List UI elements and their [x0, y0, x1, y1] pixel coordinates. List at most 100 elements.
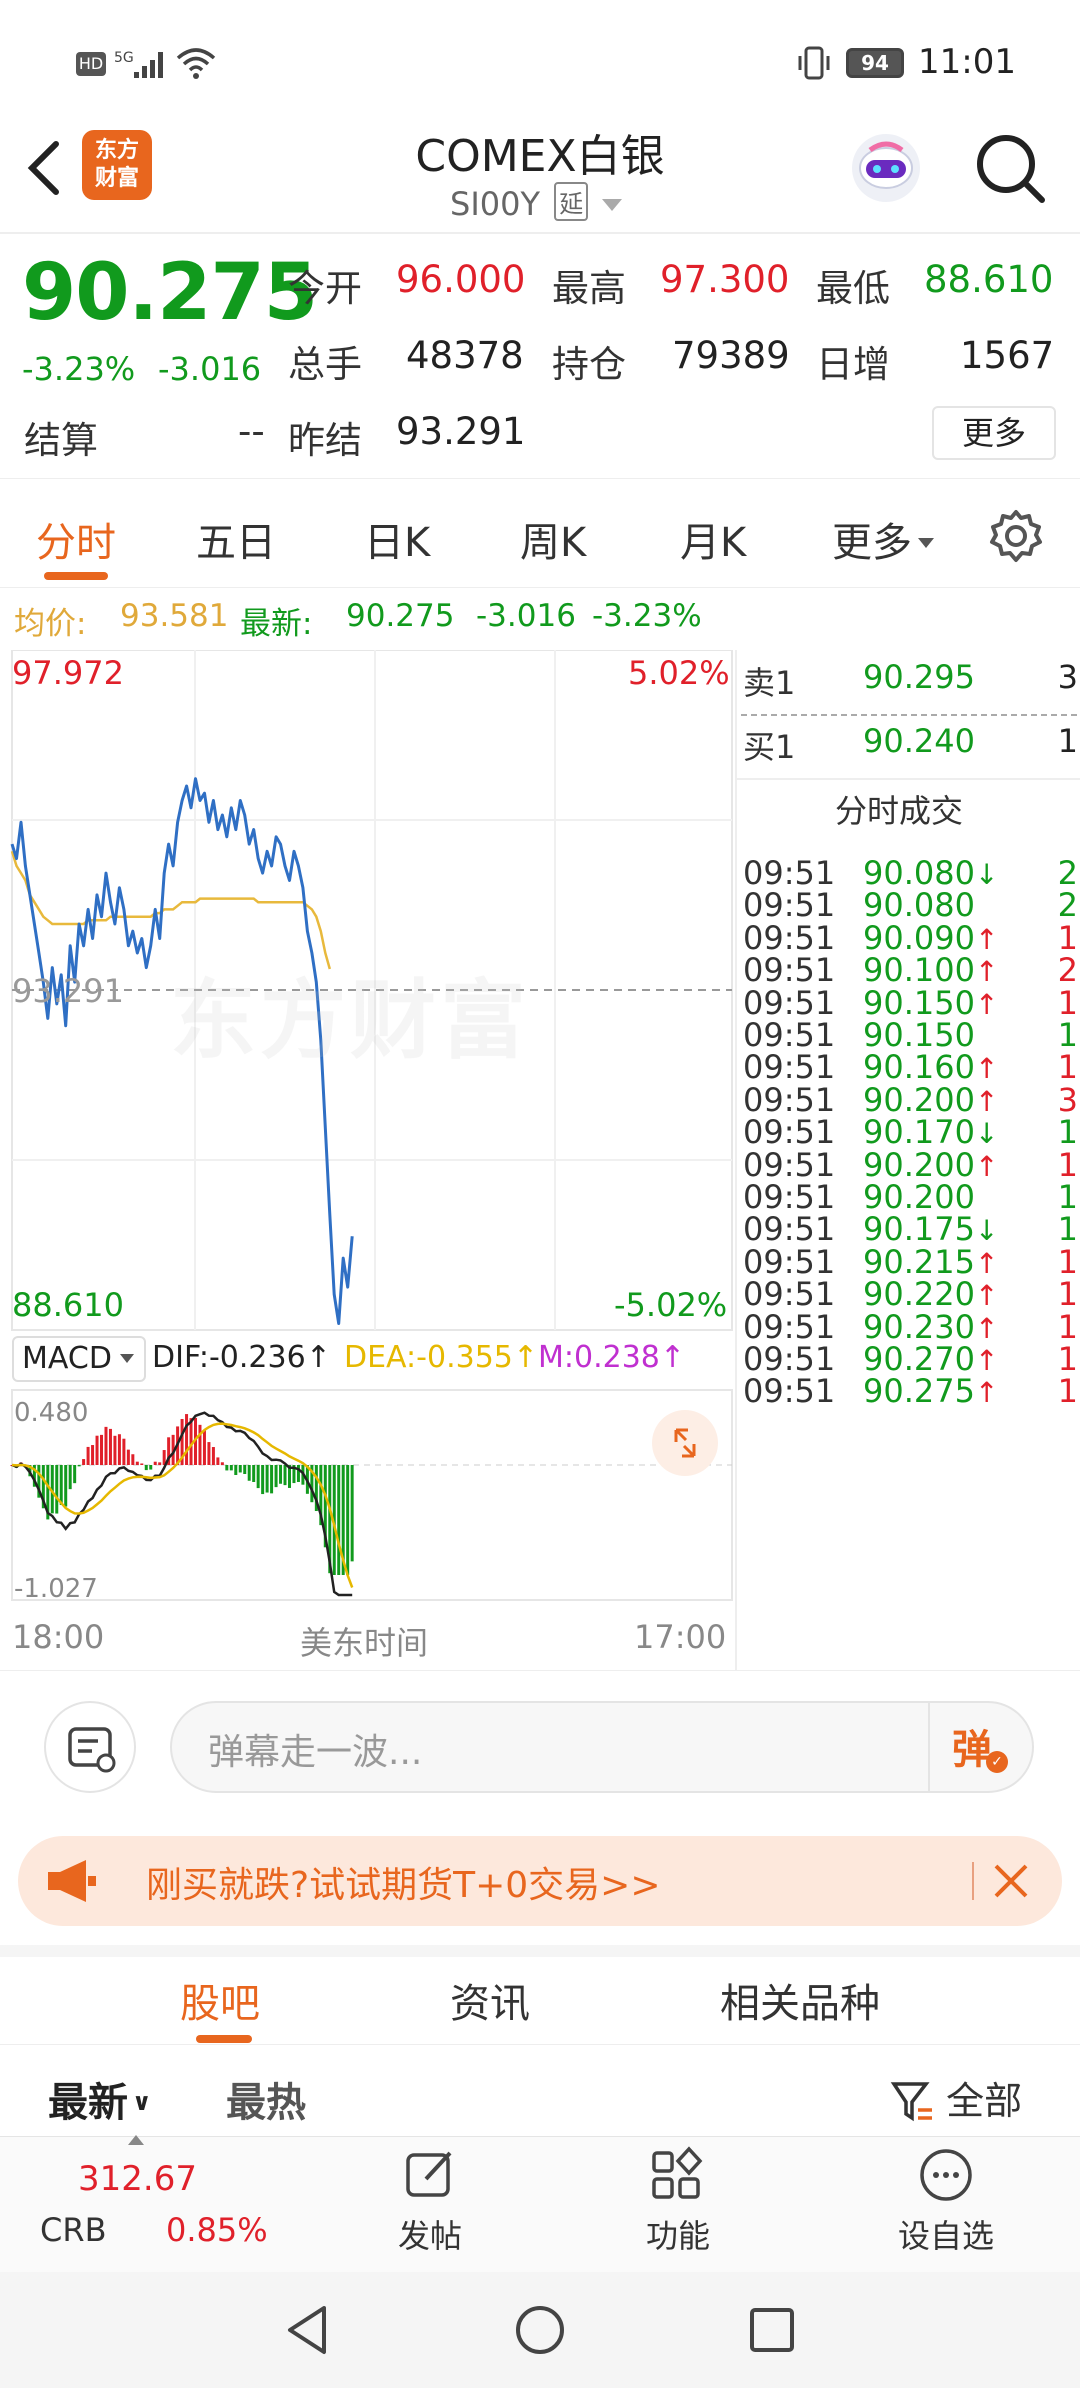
square-recents-icon [750, 2308, 794, 2352]
active-tab-indicator [44, 572, 108, 580]
macd-bar [55, 1465, 59, 1514]
nav-add-watchlist-label: 设自选 [897, 2217, 994, 2255]
danmu-send-button[interactable]: 弹 ✓ [952, 1717, 1018, 1777]
volume-label: 总手 [288, 343, 362, 386]
filter-all[interactable]: 全部 [890, 2070, 1022, 2125]
trade-row: 09:51 90.275↑ 1 [735, 1372, 1080, 1420]
chart-watermark: 东方财富 [170, 971, 530, 1071]
sort-hot[interactable]: 最热 [226, 2070, 306, 2128]
filter-row: 最新 ∨ 最热 全部 [0, 2050, 1080, 2135]
sort-latest-label: 最新 [48, 2080, 128, 2126]
danmu-input[interactable]: 弹幕走一波... 弹 ✓ [170, 1701, 1034, 1793]
tab-weekly-k[interactable]: 周K [520, 510, 586, 568]
fullscreen-button[interactable] [652, 1410, 718, 1476]
tab-more[interactable]: 更多 [832, 510, 934, 568]
status-bar: HD 5G 94 11:01 [0, 0, 1080, 120]
y-axis-mid: 93.291 [12, 972, 124, 1010]
intraday-chart[interactable]: 东方财富 97.972 5.02% 93.291 88.610 -5.02% M… [0, 650, 733, 1670]
system-back-button[interactable] [280, 2302, 336, 2358]
chart-infobar: 均价: 93.581 最新: 90.275 -3.016 -3.23% [0, 592, 1080, 642]
tab-monthly-k[interactable]: 月K [680, 510, 746, 568]
bid-volume: 1 [1057, 722, 1078, 760]
system-nav-bar [0, 2272, 1080, 2388]
macd-bar [73, 1465, 77, 1484]
nav-add-watchlist[interactable]: 设自选 [876, 2145, 1016, 2265]
macd-bar [140, 1463, 144, 1465]
macd-bar [153, 1461, 157, 1465]
caret-up-icon [128, 2135, 144, 2145]
avg-label: 均价: [14, 606, 87, 642]
tab-news[interactable]: 资讯 [450, 1971, 530, 2029]
macd-bar [350, 1465, 354, 1562]
latest-value: 90.275 [346, 598, 455, 634]
high-value: 97.300 [660, 258, 790, 301]
macd-bar [122, 1438, 126, 1465]
mini-index-ticker[interactable]: 312.67 CRB 0.85% [0, 2135, 300, 2273]
m-value: M:0.238↑ [538, 1340, 686, 1375]
change-amount: -3.016 [158, 350, 262, 388]
macd-bar [189, 1418, 193, 1465]
settle-value: -- [238, 410, 265, 453]
macd-bar [108, 1428, 112, 1465]
more-circle-icon [920, 2149, 972, 2201]
system-recents-button[interactable] [744, 2302, 800, 2358]
section-tabs: 股吧 资讯 相关品种 [0, 1945, 1080, 2045]
nav-post[interactable]: 发帖 [360, 2145, 500, 2265]
tab-five-day[interactable]: 五日 [196, 510, 276, 568]
hd-icon: HD [76, 52, 106, 76]
filter-all-label: 全部 [946, 2079, 1023, 2123]
avg-value: 93.581 [120, 598, 229, 634]
latest-change-pct: -3.23% [592, 598, 702, 634]
latest-label: 最新: [240, 606, 313, 642]
y-axis-low: 88.610 [12, 1286, 124, 1324]
macd-bar [261, 1465, 265, 1495]
check-badge-icon: ✓ [986, 1751, 1008, 1773]
tab-daily-k[interactable]: 日K [364, 510, 430, 568]
macd-bar [117, 1434, 121, 1465]
tab-guba[interactable]: 股吧 [180, 1971, 260, 2029]
robot-assistant-icon[interactable] [846, 128, 926, 208]
settings-button[interactable] [988, 508, 1044, 564]
macd-bar [238, 1465, 242, 1473]
contract-selector[interactable]: SI00Y 延 [450, 182, 650, 223]
search-icon [977, 135, 1045, 203]
bottom-nav: 312.67 CRB 0.85% 发帖 功能 设自选 [0, 2135, 1080, 2273]
sort-latest[interactable]: 最新 ∨ [48, 2070, 152, 2128]
search-button[interactable] [970, 128, 1050, 208]
promo-close-button[interactable] [986, 1856, 1036, 1906]
macd-bar [211, 1447, 215, 1465]
macd-bar [126, 1449, 130, 1465]
promo-banner[interactable]: 刚买就跌?试试期货T+0交易>> [18, 1836, 1062, 1926]
macd-bar [247, 1465, 251, 1481]
macd-bar [283, 1465, 287, 1486]
macd-frame [11, 1389, 733, 1601]
macd-bar [220, 1462, 224, 1465]
ask-price: 90.295 [863, 658, 975, 696]
low-value: 88.610 [924, 258, 1054, 301]
brand-logo[interactable]: 东方 财富 [82, 130, 152, 200]
macd-bar [100, 1434, 104, 1465]
high-label: 最高 [552, 267, 626, 310]
battery-icon: 94 [846, 48, 904, 78]
macd-axis-low: -1.027 [14, 1574, 98, 1604]
macd-bar [77, 1465, 81, 1467]
open-interest-value: 79389 [672, 334, 790, 377]
circle-home-icon [516, 2306, 564, 2354]
indicator-selector[interactable]: MACD [12, 1336, 146, 1382]
dea-value: DEA:-0.355↑ [344, 1340, 539, 1375]
back-button[interactable] [20, 132, 70, 202]
tab-related[interactable]: 相关品种 [720, 1971, 880, 2029]
macd-bar [225, 1465, 229, 1471]
macd-axis-high: 0.480 [14, 1398, 89, 1428]
settle-label: 结算 [24, 419, 98, 462]
nav-functions[interactable]: 功能 [608, 2145, 748, 2265]
more-button[interactable]: 更多 [932, 406, 1056, 460]
gear-icon [990, 510, 1042, 562]
system-home-button[interactable] [512, 2302, 568, 2358]
macd-bar [198, 1424, 202, 1465]
caret-down-icon [918, 538, 934, 548]
nav-functions-label: 功能 [645, 2217, 710, 2255]
tab-intraday[interactable]: 分时 [36, 510, 116, 568]
danmu-settings-button[interactable] [44, 1701, 136, 1793]
index-value: 312.67 [78, 2159, 197, 2199]
